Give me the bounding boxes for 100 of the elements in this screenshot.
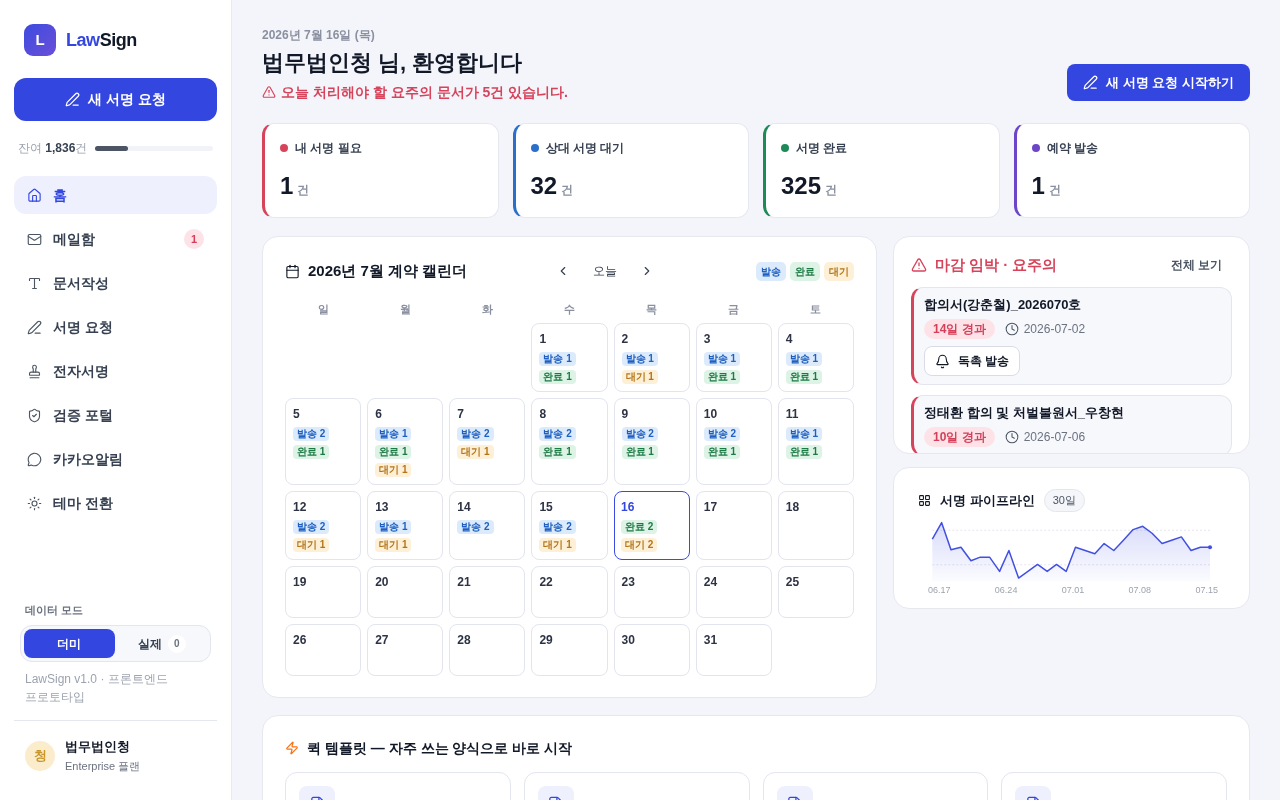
calendar-icon — [285, 263, 300, 279]
calendar-day-cell[interactable]: 10 발송 2 완료 1 — [695, 398, 772, 485]
nav-item[interactable]: 전자서명 — [14, 352, 217, 390]
event-tag: 발송 1 — [621, 352, 658, 366]
weekday-label: 토 — [809, 302, 823, 316]
calendar-day-cell[interactable]: 30 — [613, 624, 690, 676]
event-tag: 완료 1 — [375, 445, 412, 459]
day-number: 11 — [785, 406, 799, 422]
range-tag: 30일 — [1043, 489, 1085, 512]
calendar-day-cell[interactable]: 15 발송 2 대기 1 — [531, 491, 608, 560]
nav-item[interactable]: 검증 포털 — [14, 396, 217, 434]
calendar-day-cell[interactable]: 25 — [777, 566, 854, 618]
event-tag: 발송 1 — [785, 352, 823, 366]
calendar-day-cell[interactable]: 21 — [449, 566, 526, 618]
due-date: 2026-07-02 — [1023, 321, 1086, 337]
day-number: 17 — [703, 499, 718, 515]
day-number: 21 — [457, 574, 471, 590]
overdue-tag: 10일 경과 — [924, 427, 995, 447]
document-title: 정태환 합의 및 처벌불원서_우창현 — [924, 404, 1125, 422]
day-number: 18 — [785, 499, 800, 515]
calendar-day-cell[interactable]: 12 발송 2 대기 1 — [285, 491, 362, 560]
warning-icon — [262, 85, 276, 99]
calendar-day-cell[interactable]: 24 — [695, 566, 772, 618]
stat-label: 예약 발송 — [1046, 140, 1098, 157]
day-number: 31 — [703, 632, 718, 648]
calendar-day-cell[interactable]: 28 — [449, 624, 526, 676]
calendar-day-cell[interactable]: 26 — [285, 624, 362, 676]
day-number: 4 — [785, 331, 793, 347]
day-number: 15 — [539, 499, 553, 515]
deadline-item[interactable]: 정태환 합의 및 처벌불원서_우창현 10일 경과 2026-07-06 — [911, 395, 1232, 453]
clock-icon — [1004, 430, 1019, 444]
count-badge: 1 — [184, 229, 204, 249]
calendar-day-cell[interactable]: 23 — [613, 566, 690, 618]
calendar-day-cell[interactable]: 2 발송 1 대기 1 — [613, 323, 690, 392]
section-label: 데이터 모드 — [24, 602, 85, 618]
event-tag: 대기 1 — [293, 538, 330, 552]
deadline-item[interactable]: 합의서(강춘철)_2026070호 14일 경과 2026-07-02 독촉 발송 — [911, 287, 1232, 385]
event-tag: 발송 2 — [293, 520, 330, 534]
calendar-day-cell[interactable]: 16 완료 2 대기 2 — [613, 491, 690, 560]
mode-option[interactable]: 실제 0 — [116, 629, 207, 658]
day-number: 24 — [703, 574, 718, 590]
day-number: 30 — [621, 632, 635, 648]
calendar-day-cell[interactable]: 31 — [695, 624, 772, 676]
event-tag: 발송 2 — [539, 427, 576, 441]
weekday-label: 일 — [316, 302, 330, 316]
calendar-day-cell[interactable]: 11 발송 1 완료 1 — [777, 398, 854, 485]
calendar-day-cell[interactable]: 22 — [531, 566, 608, 618]
nav-item[interactable]: 테마 전환 — [14, 484, 217, 522]
calendar-day-cell[interactable]: 5 발송 2 완료 1 — [285, 398, 362, 485]
calendar-day-cell[interactable]: 7 발송 2 대기 1 — [449, 398, 526, 485]
pencil-icon — [65, 92, 81, 107]
calendar-day-cell[interactable]: 4 발송 1 완료 1 — [777, 323, 854, 392]
nav-item[interactable]: 문서작성 — [14, 264, 217, 302]
event-tag: 완료 1 — [539, 370, 576, 384]
calendar-day-cell[interactable]: 20 — [367, 566, 444, 618]
start-request-button[interactable]: 새 서명 요청 시작하기 — [1067, 64, 1250, 101]
calendar-day-cell[interactable]: 14 발송 2 — [449, 491, 526, 560]
event-tag: 완료 1 — [703, 370, 741, 384]
event-tag: 발송 2 — [703, 427, 741, 441]
stat-value: 32 — [530, 172, 558, 200]
sun-icon — [27, 495, 42, 511]
nav-item[interactable]: 메일함 1 — [14, 220, 217, 258]
deadline-title: 마감 임박 · 요주의 — [935, 255, 1058, 275]
new-request-button[interactable]: 새 서명 요청 — [14, 78, 217, 121]
legend-tag: 대기 — [824, 261, 854, 281]
calendar-day-cell[interactable]: 19 — [285, 566, 362, 618]
calendar-day-cell[interactable]: 3 발송 1 완료 1 — [695, 323, 772, 392]
event-tag: 완료 1 — [293, 445, 330, 459]
view-all-link[interactable]: 전체 보기 — [1170, 256, 1222, 274]
document-title: 합의서(강춘철)_2026070호 — [924, 296, 1082, 314]
calendar-day-cell[interactable]: 17 — [695, 491, 772, 560]
remind-button[interactable]: 독촉 발송 — [924, 346, 1021, 376]
grid-icon — [918, 493, 931, 507]
calendar-day-cell[interactable]: 18 — [777, 491, 854, 560]
day-number: 25 — [785, 574, 800, 590]
event-tag: 발송 2 — [293, 427, 330, 441]
nav-item[interactable]: 홈 — [14, 176, 217, 214]
event-tag: 발송 1 — [375, 520, 412, 534]
event-tag: 발송 2 — [457, 427, 494, 441]
calendar-day-cell[interactable]: 1 발송 1 완료 1 — [531, 323, 608, 392]
calendar-day-cell[interactable]: 27 — [367, 624, 444, 676]
event-tag: 발송 1 — [785, 427, 823, 441]
templates-title: 퀵 템플릿 — 자주 쓰는 양식으로 바로 시작 — [307, 739, 573, 757]
event-tag: 발송 2 — [621, 427, 658, 441]
date-label: 2026년 7월 16일 (목) — [262, 27, 375, 43]
stat-label: 상대 서명 대기 — [545, 140, 625, 157]
shield-check-icon — [27, 407, 42, 423]
bell-icon — [935, 353, 950, 369]
calendar-day-cell[interactable]: 9 발송 2 완료 1 — [613, 398, 690, 485]
event-tag: 대기 1 — [539, 538, 576, 552]
calendar-day-cell[interactable]: 8 발송 2 완료 1 — [531, 398, 608, 485]
day-number: 6 — [375, 406, 382, 422]
nav-item[interactable]: 카카오알림 — [14, 440, 217, 478]
calendar-day-cell[interactable]: 6 발송 1 완료 1 대기 1 — [367, 398, 444, 485]
nav-item[interactable]: 서명 요청 — [14, 308, 217, 346]
today-button[interactable]: 오늘 — [587, 262, 623, 280]
calendar-day-cell[interactable]: 29 — [531, 624, 608, 676]
weekday-label: 월 — [398, 302, 412, 316]
mode-option[interactable]: 더미 — [24, 629, 115, 658]
calendar-day-cell[interactable]: 13 발송 1 대기 1 — [367, 491, 444, 560]
